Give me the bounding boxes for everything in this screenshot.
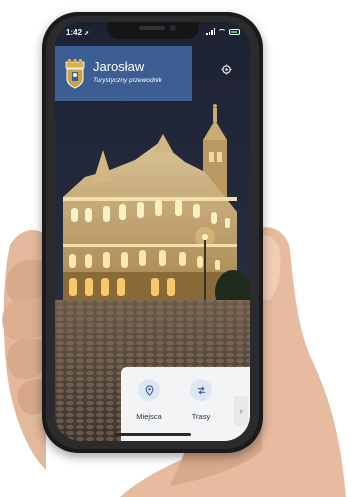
phone-notch <box>107 22 199 39</box>
app-header: Jarosław Turystyczny przewodnik <box>55 46 192 101</box>
bottom-navigation: Miejsca Trasy › <box>121 367 250 441</box>
nav-label-trasy: Trasy <box>191 412 211 421</box>
coat-of-arms-icon <box>65 59 85 89</box>
signal-icon <box>206 28 215 35</box>
status-time-text: 1:42 <box>66 28 83 37</box>
nav-item-miejsca[interactable]: Miejsca <box>127 379 171 421</box>
app-subtitle: Turystyczny przewodnik <box>93 77 162 84</box>
map-pin-icon <box>145 384 153 396</box>
route-icon <box>197 385 205 395</box>
battery-icon <box>229 28 240 35</box>
nav-icon-circle <box>190 379 212 401</box>
nav-label-miejsca: Miejsca <box>136 412 162 421</box>
gear-icon[interactable] <box>221 64 232 75</box>
location-arrow-icon: ➚ <box>84 31 90 37</box>
status-bar-icons <box>206 28 240 35</box>
front-camera <box>170 25 176 31</box>
speaker-grille <box>139 26 165 30</box>
home-indicator[interactable] <box>115 433 191 436</box>
nav-icon-circle <box>138 379 160 401</box>
wifi-icon <box>218 28 226 35</box>
nav-item-trasy[interactable]: Trasy <box>179 379 223 421</box>
chevron-right-icon[interactable]: › <box>234 396 248 426</box>
status-bar-time: 1:42 ➚ <box>66 28 89 37</box>
app-title: Jarosław <box>93 59 145 74</box>
phone-screen: 1:42 ➚ Jarosław Turystyczny przewodnik M… <box>55 22 250 441</box>
